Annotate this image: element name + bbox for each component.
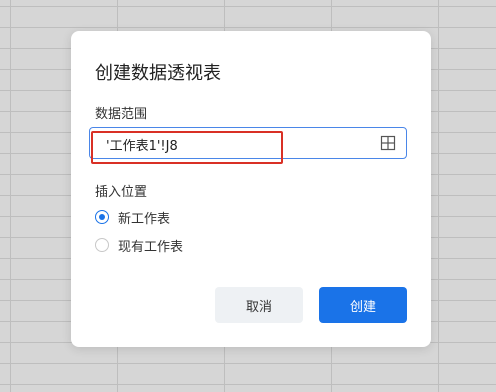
radio-existing-sheet-label[interactable]: 现有工作表 bbox=[118, 236, 183, 255]
radio-existing-sheet-button[interactable] bbox=[95, 238, 109, 252]
cancel-button[interactable]: 取消 bbox=[215, 287, 303, 323]
radio-new-sheet-button[interactable] bbox=[95, 210, 109, 224]
grid-select-icon[interactable] bbox=[380, 135, 396, 151]
create-button[interactable]: 创建 bbox=[319, 287, 407, 323]
data-range-input[interactable]: '工作表1'!J8 bbox=[89, 127, 407, 159]
data-range-label: 数据范围 bbox=[95, 107, 148, 122]
radio-new-sheet[interactable]: 新工作表 bbox=[95, 208, 170, 227]
radio-existing-sheet[interactable]: 现有工作表 bbox=[95, 236, 183, 255]
insert-position-label: 插入位置 bbox=[95, 185, 148, 200]
dialog-title: 创建数据透视表 bbox=[95, 63, 221, 84]
data-range-value[interactable]: '工作表1'!J8 bbox=[106, 135, 178, 154]
radio-new-sheet-label[interactable]: 新工作表 bbox=[118, 208, 170, 227]
create-pivot-table-dialog: 创建数据透视表 数据范围 '工作表1'!J8 插入位置 新工作表 现有工作表 取… bbox=[71, 31, 431, 347]
